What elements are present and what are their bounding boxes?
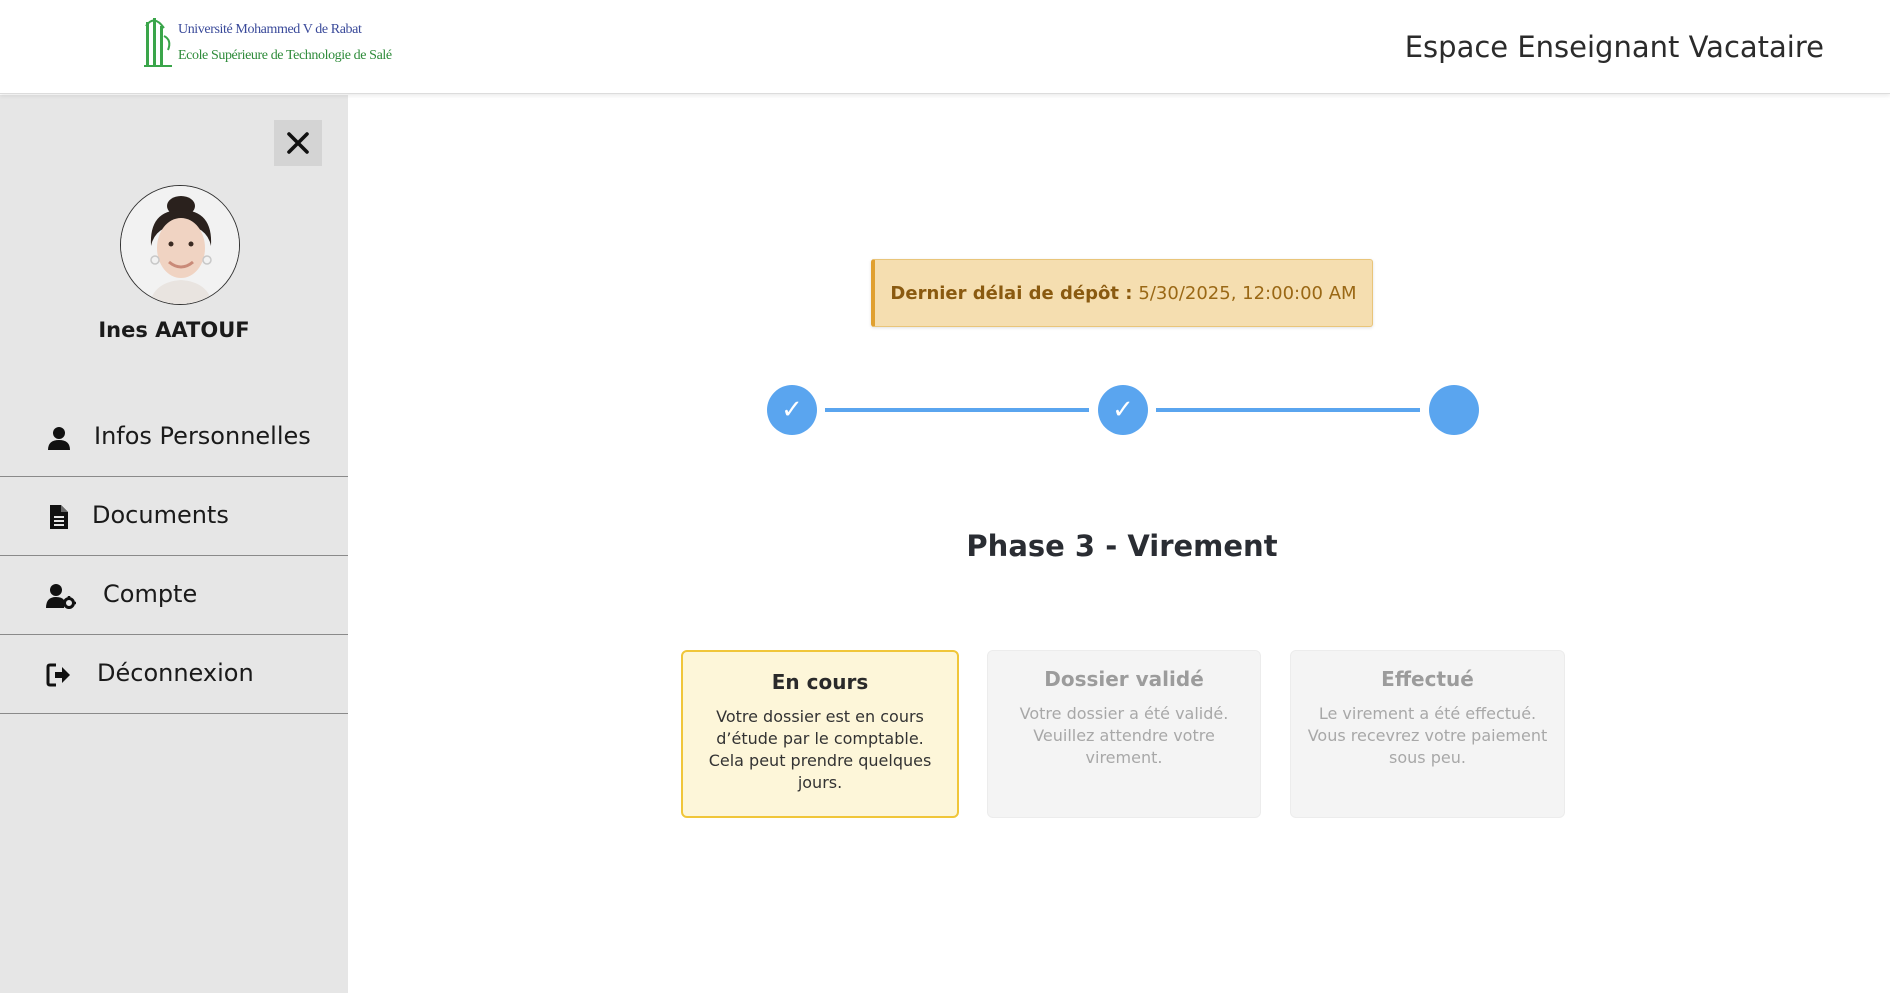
user-name: Ines AATOUF — [98, 318, 250, 342]
logo-line-1: Université Mohammed V de Rabat — [178, 22, 362, 37]
university-logo[interactable]: Université Mohammed V de Rabat Ecole Sup… — [142, 14, 392, 72]
logo-emblem-icon — [144, 18, 172, 67]
sidebar: Ines AATOUF Infos Personnelles Documents — [0, 95, 348, 993]
sidebar-item-compte[interactable]: Compte — [0, 556, 348, 635]
deadline-value: 5/30/2025, 12:00:00 AM — [1138, 282, 1357, 304]
deadline-banner: Dernier délai de dépôt : 5/30/2025, 12:0… — [871, 259, 1373, 327]
top-header: Université Mohammed V de Rabat Ecole Sup… — [0, 0, 1890, 94]
deadline-label: Dernier délai de dépôt : — [890, 282, 1133, 304]
user-cog-icon — [46, 584, 76, 609]
logo-line-2: Ecole Supérieure de Technologie de Salé — [178, 48, 392, 63]
sidebar-item-label: Compte — [103, 580, 198, 608]
phase-title: Phase 3 - Virement — [966, 529, 1278, 563]
sidebar-menu: Infos Personnelles Documents Compte Déco… — [0, 398, 348, 714]
checkmark-icon: ✓ — [1112, 395, 1134, 425]
document-icon — [50, 505, 68, 529]
card-title: Dossier validé — [1044, 667, 1204, 691]
avatar — [120, 185, 240, 305]
step-connector-1 — [825, 408, 1089, 412]
sidebar-item-deconnexion[interactable]: Déconnexion — [0, 635, 348, 714]
checkmark-icon: ✓ — [781, 395, 803, 425]
card-title: Effectué — [1381, 667, 1474, 691]
sidebar-item-label: Documents — [92, 501, 229, 529]
sidebar-item-documents[interactable]: Documents — [0, 477, 348, 556]
user-icon — [48, 427, 70, 450]
sidebar-item-infos-personnelles[interactable]: Infos Personnelles — [0, 398, 348, 477]
status-card-en-cours: En cours Votre dossier est en cours d’ét… — [681, 650, 959, 818]
close-sidebar-button[interactable] — [274, 120, 322, 166]
card-text: Votre dossier a été validé. Veuillez att… — [1019, 704, 1229, 767]
step-2-indicator: ✓ — [1098, 385, 1148, 435]
close-icon — [287, 132, 309, 154]
step-3-indicator — [1429, 385, 1479, 435]
sidebar-item-label: Infos Personnelles — [94, 422, 311, 450]
status-card-dossier-valide: Dossier validé Votre dossier a été valid… — [987, 650, 1261, 818]
logout-icon — [46, 663, 70, 687]
sidebar-item-label: Déconnexion — [97, 659, 254, 687]
card-text: Votre dossier est en cours d’étude par l… — [708, 707, 932, 792]
avatar-portrait-icon — [121, 186, 239, 304]
step-1-indicator: ✓ — [767, 385, 817, 435]
card-title: En cours — [771, 670, 869, 694]
card-text: Le virement a été effectué. Vous recevre… — [1307, 704, 1548, 767]
app-title: Espace Enseignant Vacataire — [1404, 30, 1824, 64]
status-card-effectue: Effectué Le virement a été effectué. Vou… — [1290, 650, 1565, 818]
step-connector-2 — [1156, 408, 1420, 412]
